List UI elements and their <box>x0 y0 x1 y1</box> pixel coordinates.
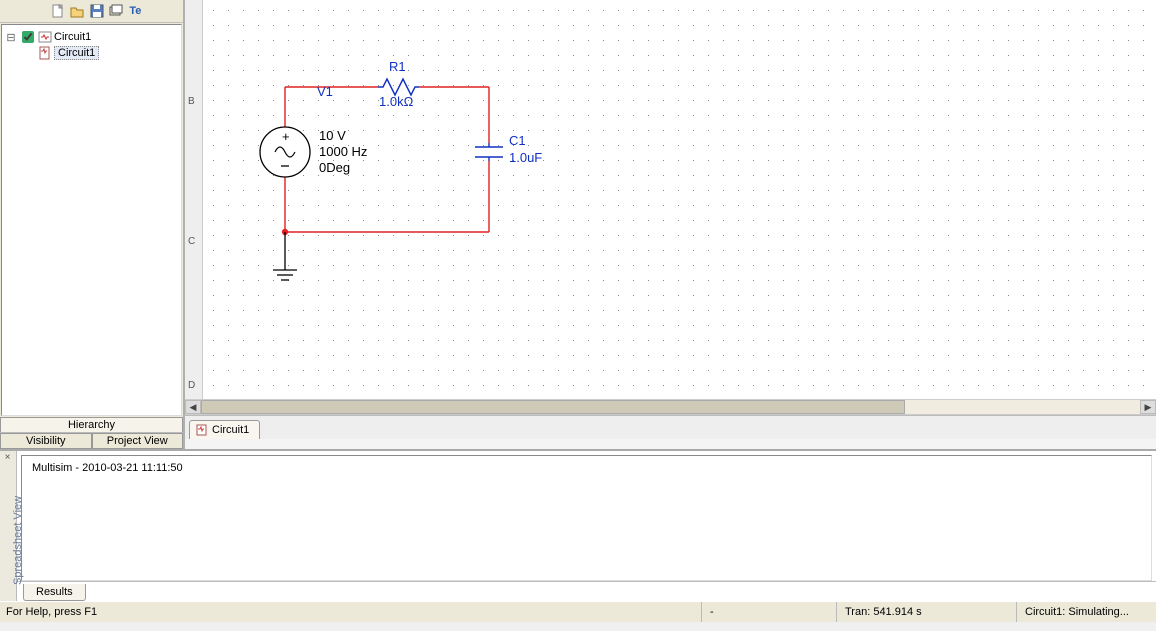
tree-root-checkbox[interactable] <box>22 31 34 43</box>
spreadsheet-sidebar: × Spreadsheet View <box>0 451 17 601</box>
circuit-doc-icon <box>38 46 52 60</box>
status-transient: Tran: 541.914 s <box>836 602 1016 622</box>
status-dash: - <box>701 602 836 622</box>
v1-phase: 0Deg <box>319 160 350 175</box>
status-simulation: Circuit1: Simulating... <box>1016 602 1156 622</box>
component-r1[interactable]: R1 1.0kΩ <box>378 59 419 109</box>
tree-root-row[interactable]: ⊟ Circuit1 <box>4 29 179 45</box>
ruler-mark-c: C <box>188 236 195 247</box>
tree-child-row[interactable]: Circuit1 <box>4 45 179 61</box>
new-file-icon[interactable] <box>50 3 65 19</box>
spreadsheet-log-line: Multisim - 2010-03-21 11:11:50 <box>32 462 183 474</box>
v1-voltage: 10 V <box>319 128 346 143</box>
vertical-ruler: B C D <box>185 0 203 399</box>
scroll-thumb[interactable] <box>201 400 905 414</box>
status-help: For Help, press F1 <box>0 602 560 622</box>
window-icon[interactable] <box>108 3 123 19</box>
svg-text:+: + <box>282 129 290 144</box>
circuit-tab-icon <box>196 424 208 436</box>
component-v1[interactable]: + V1 10 V 1000 Hz 0Deg <box>260 84 367 177</box>
doc-tab-circuit1[interactable]: Circuit1 <box>189 420 260 439</box>
status-bar: For Help, press F1 - Tran: 541.914 s Cir… <box>0 601 1156 622</box>
close-icon[interactable]: × <box>0 451 15 464</box>
circuit-root-icon <box>38 30 52 44</box>
scroll-left-icon[interactable]: ◀ <box>185 400 201 414</box>
schematic-workspace: B C D <box>185 0 1156 449</box>
v1-name: V1 <box>317 84 333 99</box>
scroll-right-icon[interactable]: ▶ <box>1140 400 1156 414</box>
tree-root-label: Circuit1 <box>54 31 91 43</box>
r1-value: 1.0kΩ <box>379 94 414 109</box>
v1-freq: 1000 Hz <box>319 144 367 159</box>
schematic-canvas[interactable]: + V1 10 V 1000 Hz 0Deg R1 1.0kΩ <box>203 0 1156 399</box>
text-tool-icon[interactable]: Te <box>128 3 143 19</box>
canvas-hscroll[interactable]: ◀ ▶ <box>185 399 1156 415</box>
document-tabs: Circuit1 <box>185 415 1156 439</box>
tree-child-label: Circuit1 <box>54 46 99 60</box>
tab-visibility[interactable]: Visibility <box>0 433 92 449</box>
tab-results[interactable]: Results <box>23 584 86 601</box>
c1-value: 1.0uF <box>509 150 542 165</box>
scroll-track[interactable] <box>201 400 1140 414</box>
design-sidebar: Te ⊟ Circuit1 Circuit1 Hierarchy Visibil… <box>0 0 185 449</box>
spreadsheet-content[interactable]: Multisim - 2010-03-21 11:11:50 <box>21 455 1152 581</box>
spreadsheet-panel: × Spreadsheet View Multisim - 2010-03-21… <box>0 449 1156 601</box>
open-folder-icon[interactable] <box>69 3 84 19</box>
r1-name: R1 <box>389 59 406 74</box>
design-tree[interactable]: ⊟ Circuit1 Circuit1 <box>1 24 182 416</box>
spreadsheet-label: Spreadsheet View <box>12 496 24 585</box>
ruler-mark-d: D <box>188 380 195 391</box>
doc-tab-label: Circuit1 <box>212 424 249 436</box>
component-c1[interactable]: C1 1.0uF <box>475 133 542 165</box>
tab-hierarchy[interactable]: Hierarchy <box>0 417 183 432</box>
save-icon[interactable] <box>89 3 104 19</box>
tree-collapse-icon[interactable]: ⊟ <box>4 31 18 44</box>
circuit-schematic[interactable]: + V1 10 V 1000 Hz 0Deg R1 1.0kΩ <box>203 0 1156 399</box>
c1-name: C1 <box>509 133 526 148</box>
ruler-mark-b: B <box>188 96 195 107</box>
sidebar-toolbar: Te <box>0 0 183 23</box>
tab-project-view[interactable]: Project View <box>92 433 184 449</box>
